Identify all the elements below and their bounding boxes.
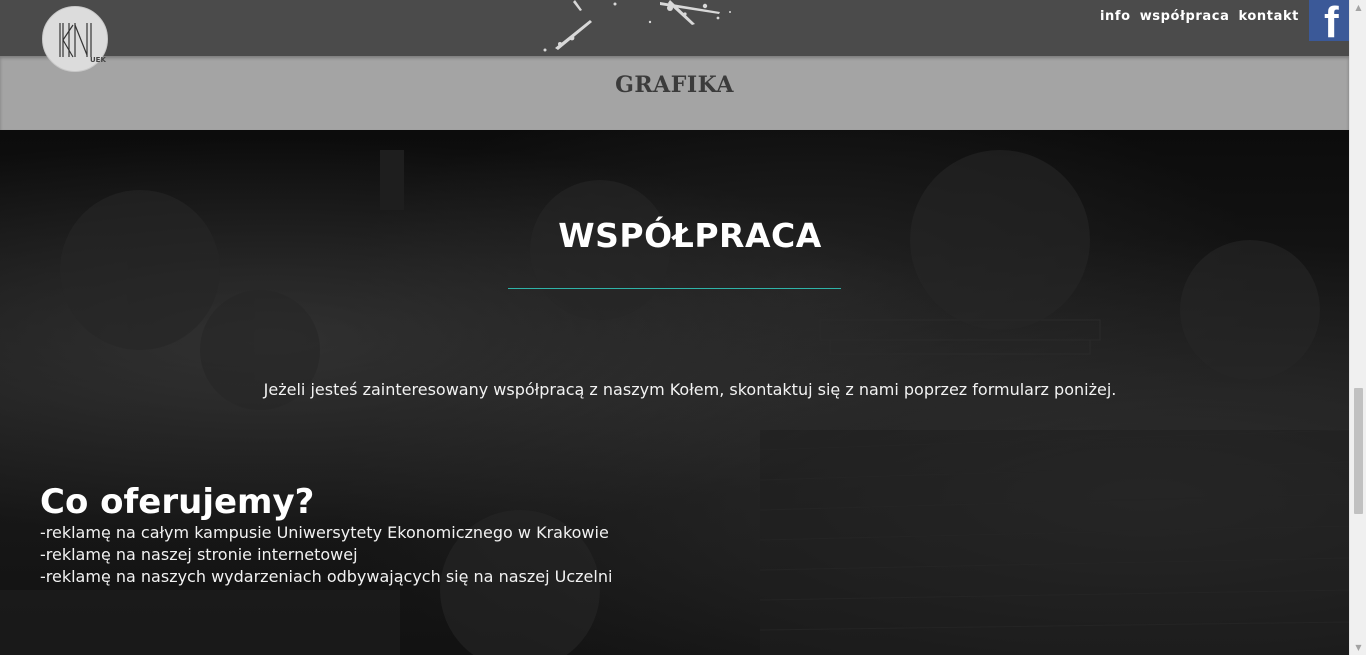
offer-list: -reklamę na całym kampusie Uniwersytety … — [40, 522, 612, 588]
section-title: WSPÓŁPRACA — [558, 216, 822, 255]
vertical-scrollbar[interactable]: ▲ ▼ — [1349, 0, 1366, 655]
offer-item: -reklamę na całym kampusie Uniwersytety … — [40, 523, 609, 542]
scroll-down-icon[interactable]: ▼ — [1354, 643, 1363, 652]
scrollbar-thumb[interactable] — [1354, 388, 1363, 514]
offer-heading: Co oferujemy? — [40, 482, 315, 522]
nav-info[interactable]: info — [1100, 9, 1131, 24]
nav-kontakt[interactable]: kontakt — [1238, 9, 1299, 24]
ink-splatter-decoration — [543, 0, 731, 52]
nav-wspolpraca[interactable]: współpraca — [1140, 9, 1230, 24]
title-divider — [508, 288, 841, 289]
intro-text: Jeżeli jesteś zainteresowany współpracą … — [263, 380, 1117, 399]
facebook-button[interactable]: f — [1309, 0, 1349, 41]
logo-subtitle: UEK — [90, 56, 106, 64]
wspolpraca-section: WSPÓŁPRACA Jeżeli jesteś zainteresowany … — [0, 130, 1349, 655]
grafika-heading[interactable]: GRAFIKA — [0, 72, 1349, 98]
top-nav: info współpraca kontakt — [1100, 9, 1299, 24]
page: GRAFIKA UEK info współpraca kontakt f WS… — [0, 0, 1349, 655]
offer-item: -reklamę na naszych wydarzeniach odbywaj… — [40, 567, 613, 586]
scroll-up-icon[interactable]: ▲ — [1354, 3, 1363, 12]
offer-item: -reklamę na naszej stronie internetowej — [40, 545, 358, 564]
facebook-icon: f — [1324, 0, 1339, 41]
